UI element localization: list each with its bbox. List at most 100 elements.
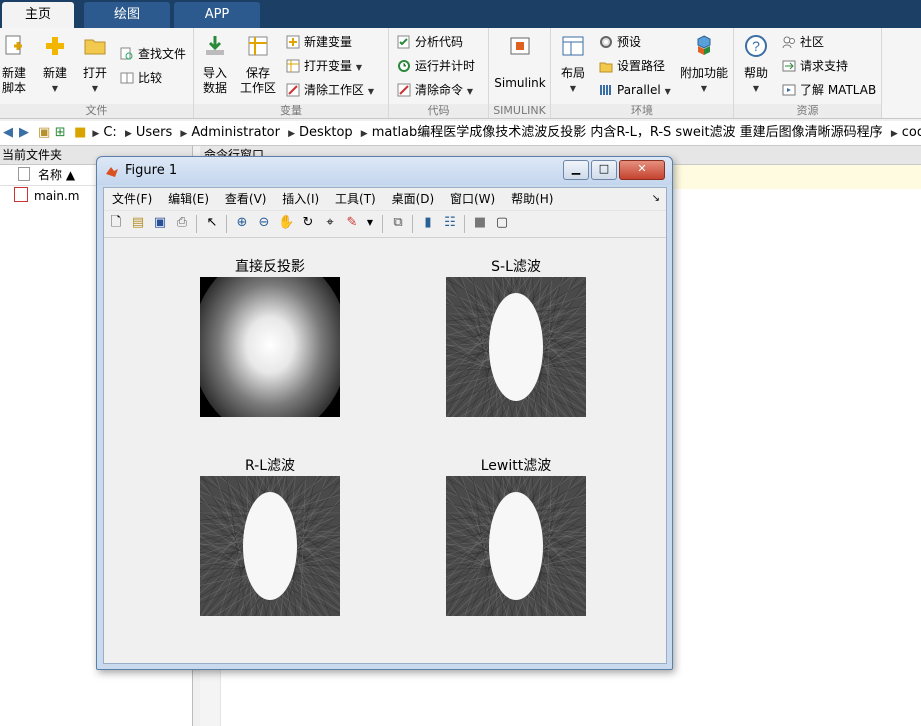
print-icon[interactable]: ⎙ (174, 215, 190, 231)
forward-arrow-icon[interactable]: ▶ (16, 121, 32, 145)
breadcrumb-item[interactable]: Administrator (191, 125, 280, 140)
simulink-label: Simulink (494, 76, 546, 90)
help-icon: ? (745, 35, 767, 57)
run-and-time-button[interactable]: 运行并计时 (397, 56, 475, 76)
breadcrumb-item[interactable]: Desktop (299, 125, 353, 140)
pointer-icon[interactable]: ↖ (204, 215, 220, 231)
analyze-code-icon (397, 35, 410, 49)
back-arrow-icon[interactable]: ◀ (0, 121, 16, 145)
subplot-image[interactable] (446, 476, 586, 616)
menu-file[interactable]: 文件(F) (112, 188, 152, 210)
tab-home[interactable]: 主页 (2, 2, 74, 28)
rotate-3d-icon[interactable]: ↻ (300, 215, 316, 231)
new-variable-button[interactable]: 新建变量 (286, 32, 352, 52)
breadcrumb-item[interactable]: code (902, 125, 921, 140)
up-folder-icon[interactable]: ▣ (36, 121, 52, 145)
chevron-down-icon: ▼ (355, 63, 362, 72)
layout-button[interactable]: 布局 ▼ (557, 32, 589, 96)
simulink-icon (510, 37, 530, 55)
menu-tools[interactable]: 工具(T) (335, 188, 376, 210)
hide-plot-tools-icon[interactable]: ■ (472, 215, 488, 231)
variable-group-label: 变量 (194, 104, 388, 118)
column-name-header[interactable]: 名称 ▲ (38, 168, 75, 182)
menu-help[interactable]: 帮助(H) (511, 188, 553, 210)
figure-title: Figure 1 (125, 163, 178, 178)
analyze-code-button[interactable]: 分析代码 (397, 32, 463, 52)
set-path-button[interactable]: 设置路径 (599, 56, 665, 76)
parallel-button[interactable]: Parallel ▼ (599, 80, 671, 100)
close-button[interactable]: ✕ (619, 160, 665, 180)
analyze-code-label: 分析代码 (415, 35, 464, 49)
folder-icon (84, 39, 106, 55)
breadcrumb-item[interactable]: C: (103, 125, 116, 140)
open-button[interactable]: 打开 ▼ (78, 32, 112, 96)
menu-view[interactable]: 查看(V) (225, 188, 267, 210)
menu-window[interactable]: 窗口(W) (450, 188, 495, 210)
simulink-button[interactable]: Simulink (493, 32, 547, 91)
menu-insert[interactable]: 插入(I) (282, 188, 319, 210)
browse-folder-icon[interactable]: ⊞ (52, 121, 68, 145)
new-button[interactable]: 新建 ▼ (38, 32, 72, 96)
breadcrumb-separator-icon: ▶ (124, 129, 132, 139)
clear-commands-icon (397, 83, 411, 97)
find-files-button[interactable]: 查找文件 (120, 44, 186, 64)
colorbar-icon[interactable]: ▮ (420, 215, 436, 231)
open-file-icon[interactable]: ▤ (130, 215, 146, 231)
code-group-label: 代码 (389, 104, 488, 118)
import-data-button[interactable]: 导入 数据 (200, 32, 230, 96)
subplot-title: 直接反投影 (235, 259, 305, 275)
find-files-icon (120, 47, 133, 60)
subplot-image[interactable] (200, 476, 340, 616)
clear-workspace-icon (286, 83, 300, 97)
brush-icon[interactable]: ✎ (344, 215, 360, 231)
new-variable-label: 新建变量 (304, 35, 353, 49)
save-icon[interactable]: ▣ (152, 215, 168, 231)
new-label: 新建 (42, 66, 67, 80)
preferences-button[interactable]: 预设 (599, 32, 641, 52)
figure-window[interactable]: Figure 1 ▁ □ ✕ 文件(F) 编辑(E) 查看(V) 插入(I) 工… (96, 156, 673, 670)
breadcrumb-separator-icon: ▶ (92, 129, 100, 139)
figure-menubar: 文件(F) 编辑(E) 查看(V) 插入(I) 工具(T) 桌面(D) 窗口(W… (104, 188, 666, 210)
resources-group-label: 资源 (734, 104, 881, 118)
chevron-down-icon: ▼ (466, 87, 473, 96)
link-plot-icon[interactable]: ⧉ (390, 215, 406, 231)
clear-commands-button[interactable]: 清除命令 ▼ (397, 80, 473, 100)
community-button[interactable]: 社区 (782, 32, 824, 52)
tab-apps[interactable]: APP (174, 2, 260, 28)
subplot-title: Lewitt滤波 (480, 458, 552, 474)
environment-group: 布局 ▼ 预设 设置路径 Parallel ▼ 附加功能 ▼ 环境 (551, 28, 734, 118)
subplot-image[interactable] (200, 277, 340, 417)
maximize-button[interactable]: □ (591, 160, 617, 180)
chevron-down-icon: ▼ (752, 84, 760, 93)
chevron-down-icon: ▼ (569, 84, 577, 93)
menu-desktop[interactable]: 桌面(D) (392, 188, 435, 210)
add-ons-button[interactable]: 附加功能 ▼ (679, 32, 729, 96)
zoom-out-icon[interactable]: ⊖ (256, 215, 272, 231)
import-data-label: 导入 数据 (202, 66, 227, 95)
subplot-image[interactable] (446, 277, 586, 417)
clear-workspace-button[interactable]: 清除工作区 ▼ (286, 80, 374, 100)
save-workspace-button[interactable]: 保存 工作区 (238, 32, 278, 96)
data-cursor-icon[interactable]: ⌖ (322, 215, 338, 231)
new-figure-icon[interactable]: 🗋 (108, 215, 124, 231)
show-plot-tools-icon[interactable]: ▢ (494, 215, 510, 231)
breadcrumb-item[interactable]: Users (136, 125, 172, 140)
minimize-button[interactable]: ▁ (563, 160, 589, 180)
open-variable-button[interactable]: 打开变量 ▼ (286, 56, 362, 76)
open-variable-label: 打开变量 (304, 59, 353, 73)
tab-plots[interactable]: 绘图 (84, 2, 170, 28)
legend-icon[interactable]: ☷ (442, 215, 458, 231)
learn-matlab-button[interactable]: 了解 MATLAB (782, 80, 876, 100)
plus-icon (46, 37, 64, 55)
menu-edit[interactable]: 编辑(E) (168, 188, 209, 210)
zoom-in-icon[interactable]: ⊕ (234, 215, 250, 231)
compare-button[interactable]: 比较 (120, 68, 162, 88)
pan-hand-icon[interactable]: ✋ (278, 215, 294, 231)
dock-arrow-icon[interactable]: ↘ (652, 188, 660, 210)
breadcrumb-item[interactable]: matlab编程医学成像技术滤波反投影 内含R-L，R-S sweit滤波 重建… (372, 125, 883, 140)
request-support-button[interactable]: 请求支持 (782, 56, 848, 76)
figure-titlebar[interactable]: Figure 1 ▁ □ ✕ (97, 157, 672, 185)
help-button[interactable]: ? 帮助 ▼ (740, 32, 772, 96)
chevron-down-icon[interactable]: ▼ (362, 215, 378, 231)
new-script-button[interactable]: 新建 脚本 (0, 32, 28, 96)
